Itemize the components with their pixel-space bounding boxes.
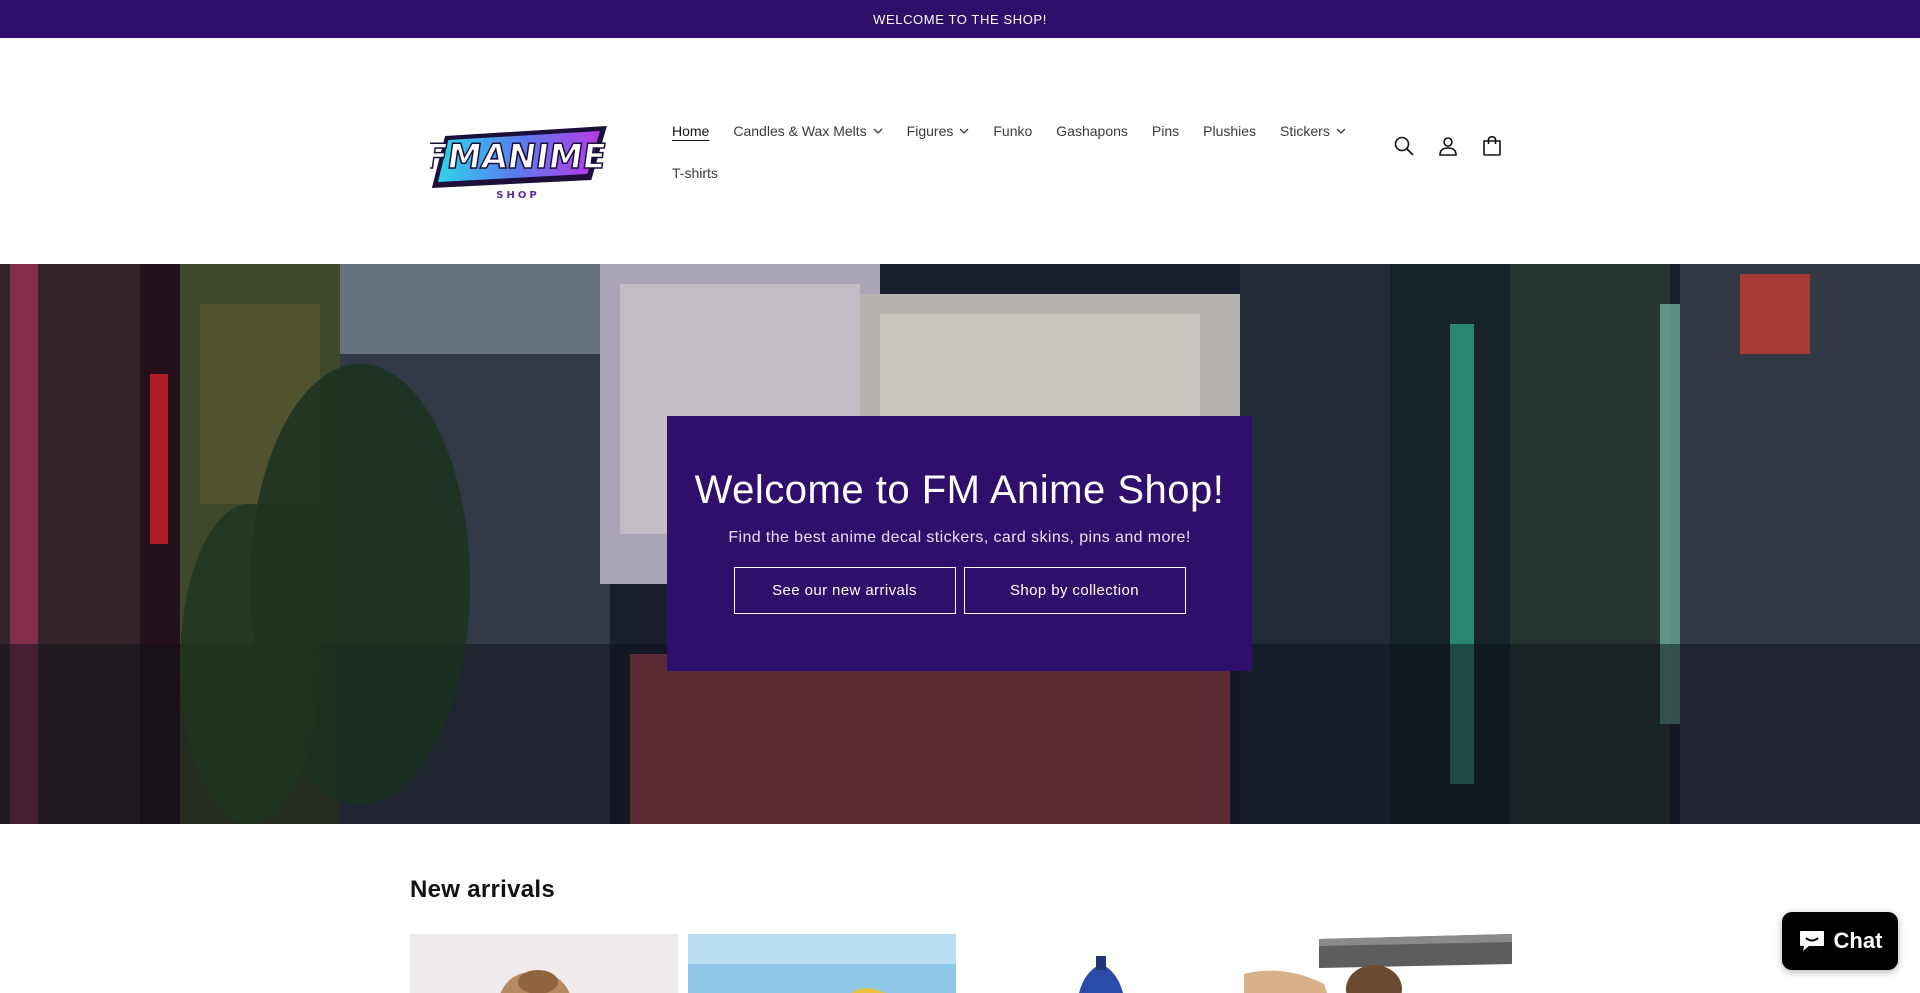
product-card[interactable] (966, 934, 1234, 993)
nav-item-home[interactable]: Home (660, 123, 721, 139)
chat-button[interactable]: Chat (1782, 912, 1898, 970)
nav-row-2: T-shirts (660, 152, 1360, 194)
nav-item-label: Home (672, 123, 710, 139)
product-image (1244, 934, 1512, 993)
announcement-bar: WELCOME TO THE SHOP! (0, 0, 1920, 38)
chat-label: Chat (1833, 928, 1883, 953)
chevron-down-icon (1336, 128, 1346, 134)
product-image (688, 934, 956, 993)
nav-item-label: Pins (1151, 123, 1180, 139)
shop-logo[interactable]: FMANIME SHOP (430, 108, 610, 203)
product-grid (410, 934, 1512, 993)
main-nav: Home Candles & Wax Melts Figures Funko G… (660, 110, 1360, 194)
chevron-down-icon (873, 128, 883, 134)
hero-title: Welcome to FM Anime Shop! (694, 468, 1225, 512)
cart-icon[interactable] (1480, 134, 1504, 158)
nav-row-1: Home Candles & Wax Melts Figures Funko G… (660, 110, 1360, 152)
new-arrivals-button[interactable]: See our new arrivals (733, 567, 956, 614)
hero-subtitle: Find the best anime decal stickers, card… (728, 529, 1191, 546)
product-card[interactable] (688, 934, 956, 993)
nav-item-gashapons[interactable]: Gashapons (1044, 123, 1140, 139)
shop-by-collection-button[interactable]: Shop by collection (963, 567, 1186, 614)
nav-item-stickers[interactable]: Stickers (1268, 123, 1358, 139)
nav-item-tshirts[interactable]: T-shirts (660, 165, 730, 181)
announcement-text: WELCOME TO THE SHOP! (873, 11, 1047, 27)
nav-item-label: Figures (906, 123, 954, 139)
site-header: FMANIME SHOP Home Candles & Wax Melts Fi… (0, 38, 1920, 264)
logo-graphic: FMANIME SHOP (430, 126, 609, 201)
nav-item-label: T-shirts (672, 165, 718, 181)
nav-item-funko[interactable]: Funko (981, 123, 1044, 139)
product-card[interactable] (1244, 934, 1512, 993)
search-icon[interactable] (1392, 134, 1416, 158)
nav-item-figures[interactable]: Figures (895, 123, 982, 139)
account-icon[interactable] (1436, 134, 1460, 158)
nav-item-label: Stickers (1280, 123, 1330, 139)
svg-text:SHOP: SHOP (496, 190, 539, 201)
hero-banner: Welcome to FM Anime Shop! Find the best … (0, 264, 1920, 824)
chat-bubble-icon (1799, 931, 1824, 951)
nav-item-plushies[interactable]: Plushies (1191, 123, 1268, 139)
nav-item-pins[interactable]: Pins (1140, 123, 1191, 139)
chevron-down-icon (959, 128, 969, 134)
product-image (966, 934, 1234, 993)
hero-content-box: Welcome to FM Anime Shop! Find the best … (667, 416, 1252, 671)
nav-item-candles[interactable]: Candles & Wax Melts (721, 123, 894, 139)
product-image (410, 934, 678, 993)
nav-item-label: Gashapons (1056, 123, 1128, 139)
nav-item-label: Plushies (1203, 123, 1257, 139)
nav-item-label: Funko (993, 123, 1033, 139)
header-icons (1392, 134, 1504, 158)
svg-text:FMANIME: FMANIME (430, 137, 609, 177)
product-card[interactable] (410, 934, 678, 993)
hero-buttons: See our new arrivals Shop by collection (667, 567, 1252, 614)
new-arrivals-title: New arrivals (410, 876, 556, 903)
nav-item-label: Candles & Wax Melts (733, 123, 867, 139)
